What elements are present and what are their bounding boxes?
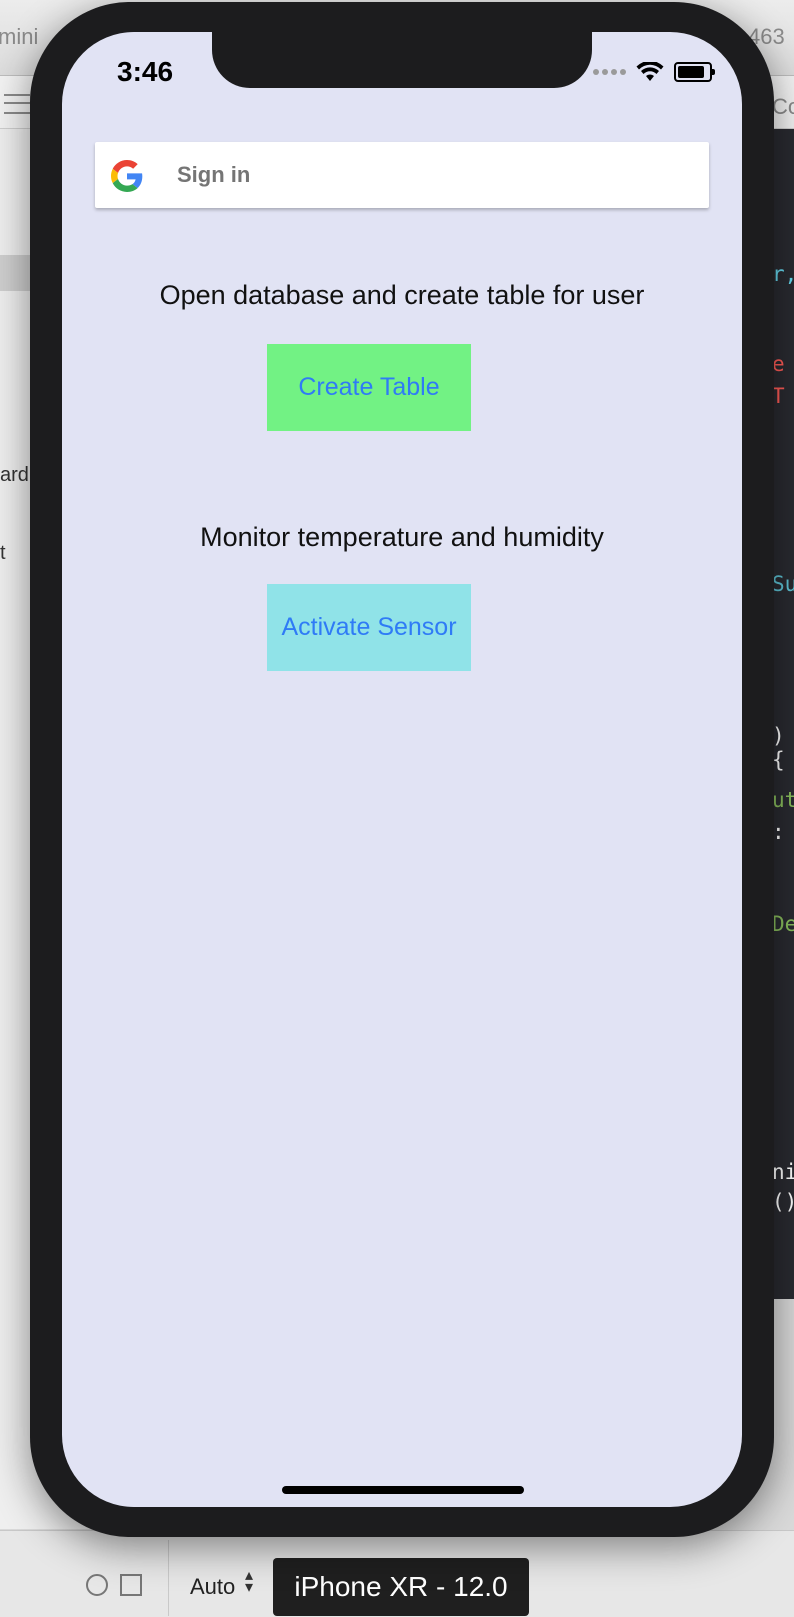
- code-fragment: r,: [772, 262, 794, 286]
- code-fragment: (): [772, 1190, 794, 1214]
- google-logo-icon: [111, 160, 143, 192]
- divider: [168, 1540, 169, 1616]
- grid-icon[interactable]: [4, 94, 30, 114]
- device-selector[interactable]: iPhone XR - 12.0: [273, 1558, 529, 1616]
- navigator-item[interactable]: ard: [0, 464, 29, 487]
- xcode-jumpbar-fragment[interactable]: Co: [772, 94, 794, 120]
- navigator-item[interactable]: t: [0, 542, 6, 565]
- code-fragment: ut: [772, 788, 794, 812]
- code-fragment: Su: [772, 572, 794, 596]
- status-indicators: [593, 62, 715, 82]
- code-fragment: De: [772, 912, 794, 936]
- device-label: iPhone XR - 12.0: [294, 1571, 508, 1602]
- app-screen: 3:46 Sign in Open database and create ta…: [62, 32, 742, 1507]
- activate-sensor-label: Activate Sensor: [281, 613, 457, 641]
- code-fragment: ni: [772, 1160, 794, 1184]
- wifi-icon: [636, 62, 664, 81]
- status-time: 3:46: [117, 56, 174, 87]
- xcode-tab-left[interactable]: mini: [0, 24, 38, 50]
- google-signin-label: Sign in: [177, 162, 251, 187]
- create-table-button[interactable]: Create Table: [267, 344, 471, 431]
- monitor-prompt: Monitor temperature and humidity: [200, 522, 604, 552]
- filter-icon[interactable]: [120, 1574, 142, 1596]
- database-prompt: Open database and create table for user: [159, 280, 645, 310]
- chevron-updown-icon[interactable]: ▴ ▾: [245, 1568, 253, 1596]
- home-indicator: [282, 1486, 524, 1494]
- clock-icon[interactable]: [86, 1574, 108, 1596]
- signal-icon: [593, 69, 626, 75]
- notch: [212, 32, 592, 88]
- scheme-label[interactable]: Auto: [190, 1574, 235, 1600]
- create-table-label: Create Table: [298, 373, 440, 401]
- google-signin-button[interactable]: Sign in: [95, 142, 709, 208]
- activate-sensor-button[interactable]: Activate Sensor: [267, 584, 471, 671]
- code-fragment: ){: [772, 724, 785, 772]
- battery-icon: [674, 62, 715, 82]
